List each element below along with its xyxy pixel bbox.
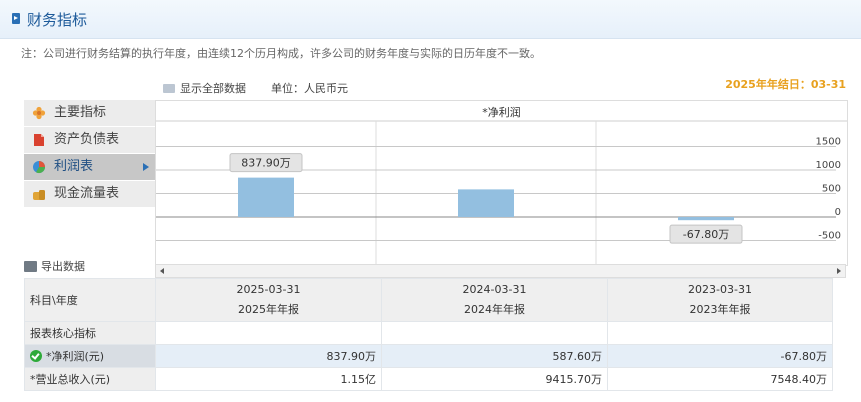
data-label: 837.90万 [241,157,291,170]
menu-item-balance-sheet[interactable]: 资产负债表 [24,127,155,153]
column-period: 2025年年报 [238,303,299,316]
table-cell: -67.80万 [607,344,833,368]
bar [678,217,734,221]
table-header-row: 科目\年度 2025-03-31 2025年年报 2024-03-31 2024… [24,278,833,322]
fiscal-year-note: 注：公司进行财务结算的执行年度，由连续12个历月构成，许多公司的财务年度与实际的… [21,47,541,60]
menu-item-label: 利润表 [54,159,94,174]
column-period: 2023年年报 [689,303,751,316]
y-tick-label: 1000 [816,160,841,171]
menu-item-key-indicators[interactable]: 主要指标 [24,100,155,126]
net-profit-chart: *净利润 1500 1000 500 0 -500 837.90万 -67.80万 [155,100,848,266]
show-all-data-toggle[interactable]: 显示全部数据 [163,80,246,96]
financial-table: 科目\年度 2025-03-31 2025年年报 2024-03-31 2024… [24,278,833,391]
export-label: 导出数据 [41,260,85,273]
active-arrow-icon [143,163,149,171]
table-cell: 9415.70万 [381,367,608,391]
export-icon [24,261,37,272]
chart-scrollbar[interactable] [155,264,846,278]
bar [238,177,294,217]
statement-menu: 主要指标 资产负债表 利润表 现金流量表 [24,100,155,208]
fiscal-year-end: 2025年年结日：03-31 [725,78,846,91]
column-header: 2023-03-31 2023年年报 [607,278,833,322]
column-date: 2025-03-31 [236,283,301,296]
currency-unit: 单位：人民币元 [271,82,348,95]
column-date: 2023-03-31 [688,283,752,296]
menu-item-income-statement[interactable]: 利润表 [24,154,155,180]
y-tick-label: -500 [818,231,841,242]
menu-item-label: 现金流量表 [54,186,120,201]
row-label: *营业总收入(元) [24,367,156,391]
table-corner-label: 科目\年度 [24,278,156,322]
toggle-box-icon [163,84,175,93]
bar [458,189,514,217]
column-date: 2024-03-31 [462,283,527,296]
scroll-right-icon[interactable] [837,268,841,274]
check-icon [30,350,42,362]
flower-icon [32,106,46,120]
table-cell: 7548.40万 [607,367,833,391]
row-label: *净利润(元) [24,344,156,368]
column-period: 2024年年报 [464,303,525,316]
y-tick-label: 500 [822,184,841,195]
menu-item-label: 资产负债表 [54,132,120,147]
chart-canvas: 1500 1000 500 0 -500 837.90万 -67.80万 [156,120,847,265]
export-data-button[interactable]: 导出数据 [24,258,85,274]
menu-item-label: 主要指标 [54,105,107,120]
column-header: 2025-03-31 2025年年报 [155,278,382,322]
section-header: 财务指标 [0,0,861,39]
column-header: 2024-03-31 2024年年报 [381,278,608,322]
document-icon [34,134,44,146]
show-all-data-label: 显示全部数据 [180,82,246,95]
table-row[interactable]: *营业总收入(元) 1.15亿 9415.70万 7548.40万 [24,367,833,391]
y-tick-label: 1500 [816,137,841,148]
section-row: 报表核心指标 [24,321,833,345]
y-tick-label: 0 [835,207,841,218]
table-cell: 1.15亿 [155,367,382,391]
header-marker-icon [12,13,20,24]
table-cell: 837.90万 [155,344,382,368]
scroll-left-icon[interactable] [160,268,164,274]
menu-item-cash-flow[interactable]: 现金流量表 [24,181,155,207]
table-row[interactable]: *净利润(元) 837.90万 587.60万 -67.80万 [24,344,833,368]
data-label: -67.80万 [683,228,729,241]
row-label-text: *净利润(元) [46,350,105,363]
pie-chart-icon [33,161,45,174]
section-label: 报表核心指标 [24,321,156,345]
table-cell: 587.60万 [381,344,608,368]
page-title: 财务指标 [27,11,88,29]
money-bag-icon [33,190,45,200]
